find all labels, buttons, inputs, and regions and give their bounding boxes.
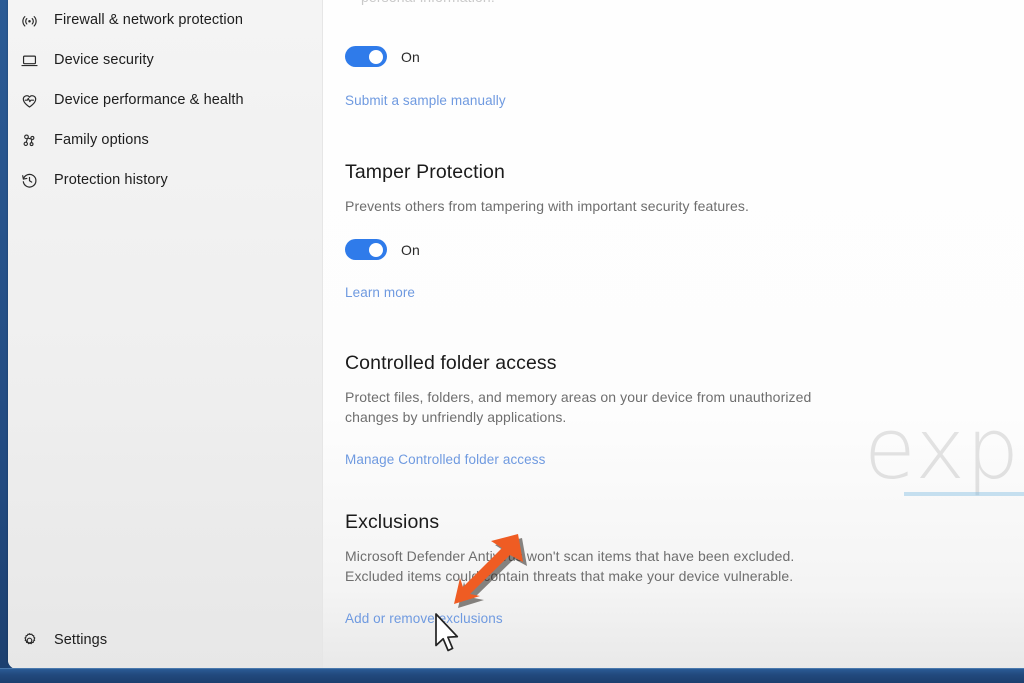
sidebar-navigation: Firewall & network protection Device sec…	[8, 0, 323, 669]
manage-controlled-folder-access-link[interactable]: Manage Controlled folder access	[345, 452, 545, 467]
watermark-rule-blue	[904, 492, 1024, 496]
windows-security-window: Firewall & network protection Device sec…	[8, 0, 1024, 669]
section-sample-submission: On Submit a sample manually	[345, 46, 506, 110]
sidebar-item-label: Firewall & network protection	[54, 12, 244, 28]
controlled-folder-access-description-line-2: changes by unfriendly applications.	[345, 409, 567, 425]
exclusions-title: Exclusions	[345, 511, 440, 533]
section-tamper-protection: Tamper Protection Prevents others from t…	[345, 161, 749, 302]
tamper-protection-toggle[interactable]	[345, 239, 387, 260]
section-controlled-folder-access: Controlled folder access Protect files, …	[345, 352, 811, 469]
add-or-remove-exclusions-link[interactable]: Add or remove exclusions	[345, 611, 503, 626]
heart-pulse-icon	[18, 89, 40, 111]
sample-submission-toggle-row: On	[345, 46, 506, 67]
sidebar-item-label: Device performance & health	[54, 92, 244, 108]
toggle-knob	[369, 242, 383, 257]
sidebar-item-protection-history[interactable]: Protection history	[8, 160, 322, 200]
toggle-state-label: On	[401, 48, 420, 65]
sidebar-item-device-security[interactable]: Device security	[8, 40, 322, 80]
tamper-protection-description: Prevents others from tampering with impo…	[345, 198, 750, 214]
sidebar-item-label: Settings	[54, 632, 108, 648]
controlled-folder-access-description-line-1: Protect files, folders, and memory areas…	[345, 389, 812, 405]
sidebar-item-label: Protection history	[54, 172, 168, 188]
desktop-left-strip	[0, 0, 8, 683]
clipped-description-text: personal information.	[361, 0, 495, 5]
sidebar-item-device-performance-health[interactable]: Device performance & health	[8, 80, 322, 120]
toggle-knob	[369, 49, 383, 64]
settings-content-pane: personal information. On Submit a sample…	[323, 0, 1024, 669]
exclusions-description-line-1: Microsoft Defender Antivirus won't scan …	[345, 548, 795, 564]
clock-history-icon	[18, 169, 40, 191]
sidebar-item-list: Firewall & network protection Device sec…	[8, 0, 322, 200]
family-people-icon	[18, 129, 40, 151]
section-exclusions: Exclusions Microsoft Defender Antivirus …	[345, 511, 794, 628]
sidebar-item-label: Device security	[54, 52, 154, 68]
watermark-text: exputer	[864, 400, 1024, 498]
gear-icon	[18, 629, 40, 651]
sample-submission-toggle[interactable]	[345, 46, 387, 67]
tamper-protection-toggle-row: On	[345, 239, 749, 260]
sidebar-item-settings[interactable]: Settings	[8, 617, 322, 663]
exputer-watermark: exputer	[864, 400, 1024, 498]
desktop-taskbar	[0, 668, 1024, 683]
toggle-state-label: On	[401, 241, 420, 258]
tamper-protection-learn-more-link[interactable]: Learn more	[345, 285, 415, 300]
watermark-color-rule	[904, 492, 1024, 496]
sidebar-item-firewall-network-protection[interactable]: Firewall & network protection	[8, 0, 322, 40]
exclusions-description-line-2: Excluded items could contain threats tha…	[345, 568, 794, 584]
controlled-folder-access-title: Controlled folder access	[345, 352, 557, 374]
submit-sample-manually-link[interactable]: Submit a sample manually	[345, 93, 506, 108]
sidebar-item-label: Family options	[54, 132, 149, 148]
desktop-background: Firewall & network protection Device sec…	[0, 0, 1024, 683]
sidebar-item-family-options[interactable]: Family options	[8, 120, 322, 160]
laptop-icon	[18, 49, 40, 71]
tamper-protection-title: Tamper Protection	[345, 161, 505, 183]
wifi-signal-icon	[18, 9, 40, 31]
